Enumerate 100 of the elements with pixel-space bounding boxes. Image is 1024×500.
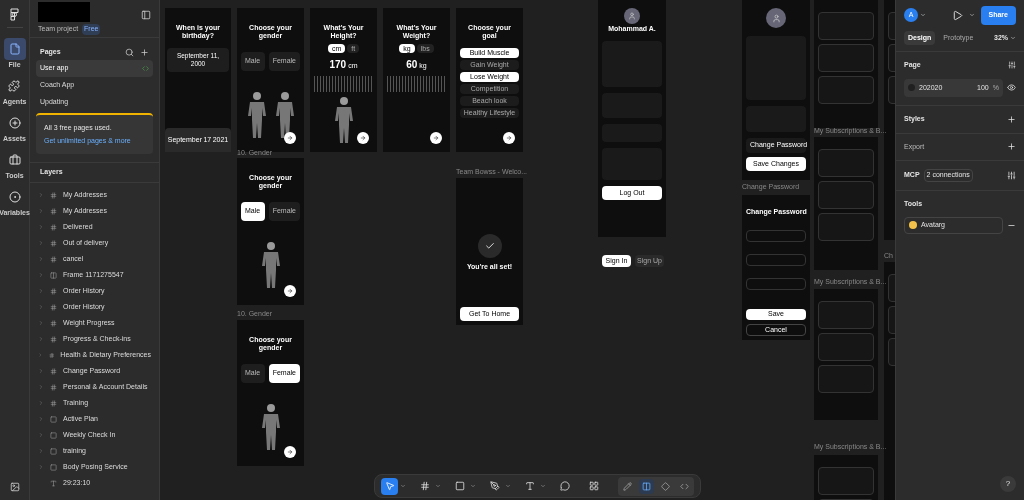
search-icon[interactable]	[125, 47, 134, 57]
next-button[interactable]	[503, 132, 515, 144]
subscription-card	[818, 181, 874, 209]
caret-icon[interactable]	[920, 12, 926, 19]
chevron-icon[interactable]	[38, 272, 44, 278]
check-icon	[484, 241, 495, 251]
chevron-icon[interactable]	[38, 192, 44, 198]
chevron-icon[interactable]	[38, 208, 44, 214]
caret-icon[interactable]	[400, 483, 406, 489]
chevron-icon[interactable]	[38, 432, 44, 438]
rectangle-icon	[454, 481, 465, 491]
subscription-card	[818, 149, 874, 177]
plugin-icon	[909, 221, 917, 230]
chevron-icon[interactable]	[38, 224, 44, 230]
layer-icon	[50, 271, 57, 279]
sliders-icon[interactable]	[1007, 170, 1016, 180]
caret-icon[interactable]	[470, 483, 476, 489]
agents-icon	[8, 80, 21, 92]
password-field[interactable]	[746, 229, 806, 242]
diamond-icon	[661, 481, 670, 491]
caret-icon[interactable]	[540, 483, 546, 489]
layer-icon	[50, 367, 57, 375]
code-icon	[680, 481, 689, 491]
arrow-icon	[506, 135, 512, 141]
pencil-icon	[623, 481, 632, 491]
layer-icon	[50, 479, 57, 487]
arrow-icon	[287, 135, 293, 141]
tool-button[interactable]	[381, 477, 398, 495]
next-button[interactable]	[430, 132, 442, 144]
chevron-icon[interactable]	[38, 320, 44, 326]
person-silhouette-icon	[274, 90, 295, 141]
subscription-card	[818, 213, 874, 241]
layer-icon	[50, 303, 57, 311]
arrow-icon	[287, 449, 293, 455]
chevron-icon[interactable]	[38, 288, 44, 294]
color-swatch[interactable]	[908, 84, 915, 92]
variables-icon	[8, 191, 21, 203]
layer-icon	[50, 319, 57, 327]
comment-icon	[559, 481, 570, 491]
chevron-icon[interactable]	[38, 336, 44, 342]
arrow-icon	[433, 135, 439, 141]
next-button[interactable]	[284, 285, 296, 297]
chevron-icon[interactable]	[38, 368, 44, 374]
chevron-icon[interactable]	[38, 416, 44, 422]
person-icon	[771, 13, 781, 23]
plus-circle-icon	[8, 117, 21, 129]
add-icon[interactable]	[140, 47, 149, 57]
person-silhouette-icon	[246, 90, 267, 141]
caret-icon	[1010, 34, 1016, 41]
chevron-icon[interactable]	[38, 448, 44, 454]
caret-icon[interactable]	[968, 12, 975, 19]
app-logo-icon[interactable]	[10, 8, 19, 21]
visibility-icon[interactable]	[1007, 83, 1016, 93]
person-silhouette-icon	[333, 96, 354, 146]
add-icon[interactable]	[1007, 114, 1016, 124]
pen-icon	[489, 481, 500, 491]
subscription-card	[818, 467, 874, 495]
person-silhouette-icon	[260, 402, 281, 453]
arrow-icon	[360, 135, 366, 141]
image-icon	[9, 482, 20, 492]
rail-button[interactable]	[3, 38, 26, 60]
chevron-icon[interactable]	[38, 256, 44, 262]
subscription-card	[818, 301, 874, 329]
layer-icon	[50, 207, 57, 215]
chevron-icon[interactable]	[38, 400, 44, 406]
caret-icon[interactable]	[505, 483, 511, 489]
chevron-icon[interactable]	[38, 304, 44, 310]
subscription-card	[818, 76, 874, 104]
layer-icon	[48, 351, 55, 359]
layer-icon	[50, 383, 57, 391]
layer-icon	[50, 287, 57, 295]
play-icon[interactable]	[951, 9, 963, 21]
password-field[interactable]	[746, 277, 806, 290]
person-icon	[628, 12, 636, 20]
caret-icon[interactable]	[435, 483, 441, 489]
next-button[interactable]	[284, 132, 296, 144]
measure-reading: 60	[406, 58, 418, 72]
next-button[interactable]	[284, 446, 296, 458]
help-button[interactable]: ?	[1000, 476, 1016, 492]
chevron-icon[interactable]	[38, 464, 44, 470]
layer-icon	[50, 223, 57, 231]
mode-button[interactable]	[639, 478, 654, 494]
sidebar-toggle-icon[interactable]	[141, 10, 151, 20]
briefcase-icon	[8, 154, 21, 166]
add-icon[interactable]	[1007, 142, 1016, 152]
chevron-icon[interactable]	[38, 352, 43, 358]
chevron-icon[interactable]	[38, 240, 44, 246]
sliders-icon[interactable]	[1008, 61, 1016, 70]
file-icon	[8, 43, 21, 55]
measure-reading: 170	[329, 58, 347, 72]
widget-button[interactable]	[9, 482, 20, 492]
grid-icon	[588, 481, 599, 491]
next-button[interactable]	[357, 132, 369, 144]
password-field[interactable]	[746, 253, 806, 266]
layer-icon	[50, 255, 57, 263]
subscription-card	[818, 333, 874, 361]
text-icon	[524, 481, 535, 491]
person-silhouette-icon	[260, 240, 281, 291]
chevron-icon[interactable]	[38, 384, 44, 390]
layer-icon	[50, 191, 57, 199]
